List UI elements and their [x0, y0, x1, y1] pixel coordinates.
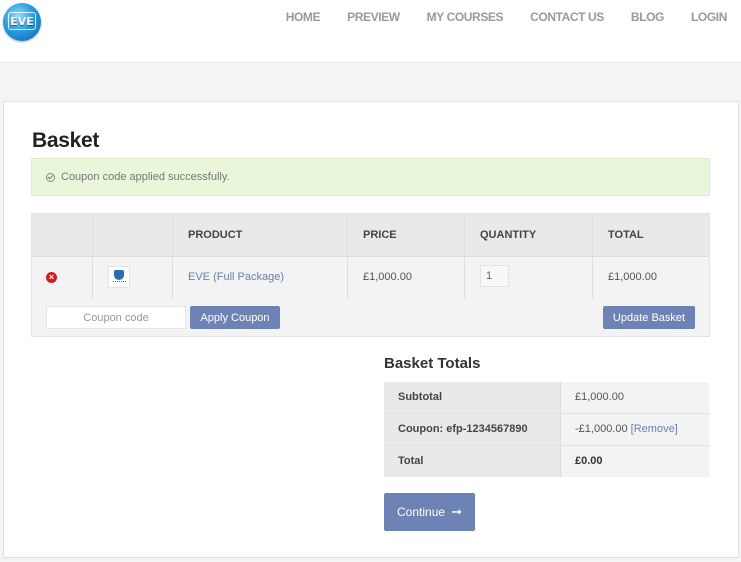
coupon-code-input[interactable] — [46, 306, 186, 329]
column-header-product: PRODUCT — [188, 229, 243, 241]
continue-label: Continue — [397, 505, 446, 519]
cart-table: PRODUCT PRICE QUANTITY TOTAL × EVE (Full… — [31, 213, 710, 337]
shield-icon — [114, 270, 124, 280]
item-total: £1,000.00 — [608, 271, 657, 283]
totals-value: £0.00 — [561, 446, 709, 477]
nav-my-courses[interactable]: MY COURSES — [427, 9, 504, 25]
nav-preview[interactable]: PREVIEW — [347, 9, 400, 25]
basket-totals-title: Basket Totals — [384, 355, 481, 372]
nav-blog[interactable]: BLOG — [631, 9, 664, 25]
logo-text: EVE — [10, 15, 34, 28]
column-divider — [92, 214, 93, 299]
product-link[interactable]: EVE (Full Package) — [188, 271, 284, 283]
coupon-discount-value: -£1,000.00 — [575, 423, 628, 435]
continue-button[interactable]: Continue ➞ — [384, 493, 475, 531]
check-circle-icon — [46, 173, 55, 182]
totals-label: Total — [384, 446, 561, 477]
totals-row-total: Total £0.00 — [384, 446, 709, 478]
thumbnail-caption — [113, 281, 126, 284]
eve-logo[interactable]: EVE — [3, 3, 41, 41]
totals-label: Subtotal — [384, 382, 561, 413]
column-header-price: PRICE — [363, 229, 397, 241]
totals-row-subtotal: Subtotal £1,000.00 — [384, 382, 709, 414]
column-header-total: TOTAL — [608, 229, 644, 241]
product-thumbnail[interactable] — [108, 266, 130, 288]
arrow-right-icon: ➞ — [451, 504, 462, 519]
totals-value-cell: -£1,000.00 [Remove] — [561, 414, 709, 445]
notice-message: Coupon code applied successfully. — [61, 171, 230, 183]
totals-label: Coupon: efp-1234567890 — [384, 414, 561, 445]
totals-value: £1,000.00 — [561, 382, 709, 413]
item-price: £1,000.00 — [363, 271, 412, 283]
totals-row-coupon: Coupon: efp-1234567890 -£1,000.00 [Remov… — [384, 414, 709, 446]
column-divider — [347, 214, 348, 299]
basket-totals-table: Subtotal £1,000.00 Coupon: efp-123456789… — [384, 382, 709, 477]
nav-login[interactable]: LOGIN — [691, 9, 727, 25]
page-title: Basket — [32, 129, 100, 152]
quantity-input[interactable] — [480, 265, 509, 287]
nav-contact-us[interactable]: CONTACT US — [530, 9, 604, 25]
main-nav: HOME PREVIEW MY COURSES CONTACT US BLOG … — [259, 9, 728, 25]
update-basket-button[interactable]: Update Basket — [603, 306, 695, 329]
nav-home[interactable]: HOME — [286, 9, 321, 25]
remove-item-icon[interactable]: × — [46, 272, 57, 283]
remove-coupon-link[interactable]: [Remove] — [631, 423, 678, 435]
column-divider — [592, 214, 593, 299]
success-notice: Coupon code applied successfully. — [31, 158, 710, 196]
column-divider — [172, 214, 173, 299]
apply-coupon-button[interactable]: Apply Coupon — [190, 306, 280, 329]
site-header: EVE HOME PREVIEW MY COURSES CONTACT US B… — [0, 0, 741, 63]
column-header-quantity: QUANTITY — [480, 229, 537, 241]
column-divider — [464, 214, 465, 299]
basket-card: Basket Coupon code applied successfully.… — [3, 101, 739, 558]
